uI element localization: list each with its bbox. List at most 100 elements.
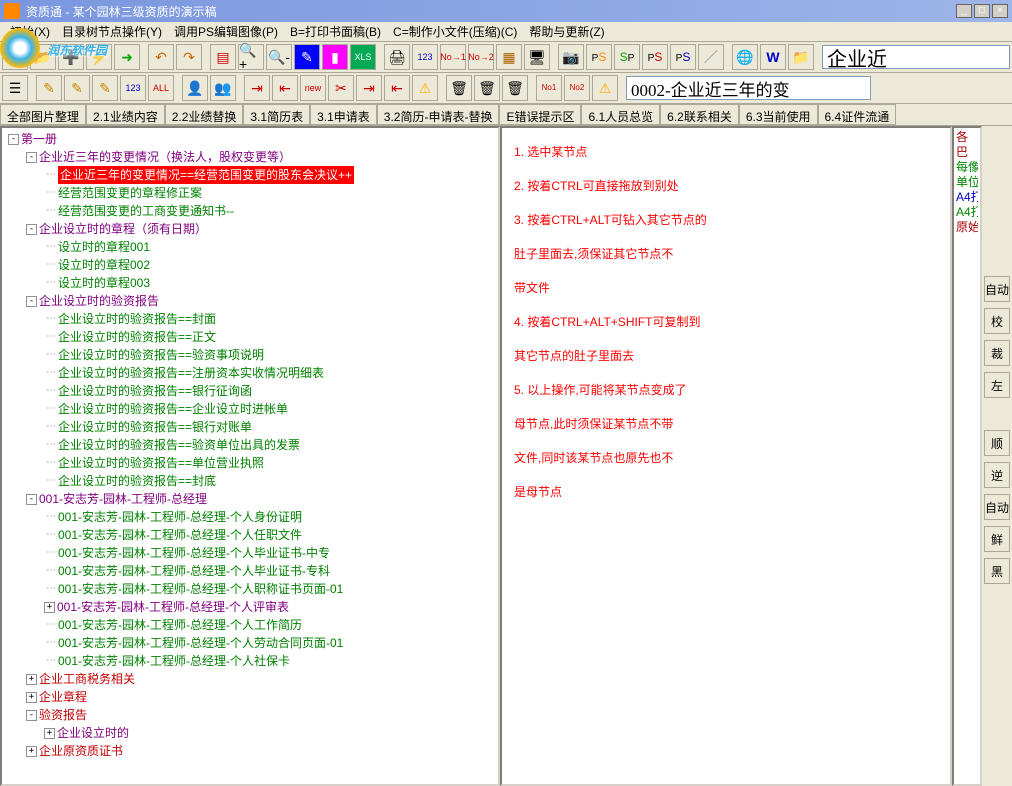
tree-node[interactable]: 企业设立时的验资报告==注册资本实收情况明细表 [58, 364, 324, 382]
tree-view[interactable]: -第一册 -企业近三年的变更情况（换法人，股权变更等） ⋯企业近三年的变更情况=… [0, 126, 500, 786]
tree-node[interactable]: 001-安志芳-园林-工程师-总经理-个人毕业证书-中专 [58, 544, 330, 562]
align-icon[interactable]: ▤ [210, 44, 236, 70]
btn-fresh[interactable]: 鲜 [984, 526, 1010, 552]
open-icon[interactable]: 📂 [30, 44, 56, 70]
ps4-icon[interactable]: PS [670, 44, 696, 70]
tool2-edit2-icon[interactable]: ✎ [64, 75, 90, 101]
tool2-warn1-icon[interactable]: ⚠ [412, 75, 438, 101]
tree-node[interactable]: 001-安志芳-园林-工程师-总经理-个人身份证明 [58, 508, 302, 526]
camera-icon[interactable]: 📷 [558, 44, 584, 70]
tool2-arr4-icon[interactable]: ⇤ [384, 75, 410, 101]
print-icon[interactable]: 🖨 [384, 44, 410, 70]
tab-errors[interactable]: E错误提示区 [499, 104, 581, 125]
undo-icon[interactable]: ↶ [148, 44, 174, 70]
no1-icon[interactable]: No→1 [440, 44, 466, 70]
expander-icon[interactable]: + [26, 674, 37, 685]
btn-auto2[interactable]: 自动 [984, 494, 1010, 520]
tree-node[interactable]: 001-安志芳-园林-工程师-总经理-个人职称证书页面-01 [58, 580, 343, 598]
menu-init[interactable]: 初始(X) [4, 21, 56, 42]
tree-node[interactable]: 企业设立时的验资报告==封面 [58, 310, 216, 328]
slash-icon[interactable]: ／ [698, 44, 724, 70]
tab-3-2[interactable]: 3.2简历-申请表-替换 [377, 104, 500, 125]
minimize-button[interactable]: _ [956, 4, 972, 18]
tab-2-2[interactable]: 2.2业绩替换 [165, 104, 244, 125]
tree-node[interactable]: 验资报告 [39, 706, 87, 724]
tree-node[interactable]: 企业设立时的 [57, 724, 129, 742]
menu-help[interactable]: 帮助与更新(Z) [523, 21, 610, 42]
tree-node[interactable]: 企业设立时的验资报告 [39, 292, 159, 310]
tree-node[interactable]: 001-安志芳-园林-工程师-总经理-个人工作简历 [58, 616, 302, 634]
tool2-cut-icon[interactable]: ✂ [328, 75, 354, 101]
tree-node-selected[interactable]: 企业近三年的变更情况==经营范围变更的股东会决议++ [58, 166, 354, 184]
tool2-123-icon[interactable]: 123 [120, 75, 146, 101]
tool2-del3-icon[interactable]: 🗑 [502, 75, 528, 101]
tab-all-images[interactable]: 全部图片整理 [0, 104, 86, 125]
tree-node[interactable]: 企业设立时的验资报告==正文 [58, 328, 216, 346]
btn-black[interactable]: 黑 [984, 558, 1010, 584]
expander-icon[interactable]: - [26, 296, 37, 307]
ps2-icon[interactable]: SP [614, 44, 640, 70]
tree-node[interactable]: 设立时的章程001 [58, 238, 150, 256]
stack-icon[interactable]: ▦ [496, 44, 522, 70]
ps3-icon[interactable]: PS [642, 44, 668, 70]
expander-icon[interactable]: - [26, 224, 37, 235]
tool2-arr1-icon[interactable]: ⇥ [244, 75, 270, 101]
tool2-del2-icon[interactable]: 🗑 [474, 75, 500, 101]
tree-node[interactable]: 001-安志芳-园林-工程师-总经理-个人毕业证书-专科 [58, 562, 330, 580]
tree-node[interactable]: 经营范围变更的章程修正案 [58, 184, 202, 202]
new-icon[interactable]: ✴ [2, 44, 28, 70]
menu-compress[interactable]: C=制作小文件(压缩)(C) [387, 21, 523, 42]
tool2-arr2-icon[interactable]: ⇤ [272, 75, 298, 101]
tree-node[interactable]: 企业设立时的验资报告==银行征询函 [58, 382, 252, 400]
tree-node[interactable]: 企业工商税务相关 [39, 670, 135, 688]
tree-node[interactable]: 企业设立时的验资报告==单位营业执照 [58, 454, 264, 472]
redo-icon[interactable]: ↷ [176, 44, 202, 70]
pen-icon[interactable]: ✎ [294, 44, 320, 70]
tree-node[interactable]: 001-安志芳-园林-工程师-总经理-个人劳动合同页面-01 [58, 634, 343, 652]
tab-2-1[interactable]: 2.1业绩内容 [86, 104, 165, 125]
tree-node[interactable]: 设立时的章程003 [58, 274, 150, 292]
add-icon[interactable]: ➕ [58, 44, 84, 70]
expander-icon[interactable]: - [26, 152, 37, 163]
tree-node[interactable]: 001-安志芳-园林-工程师-总经理-个人评审表 [57, 598, 289, 616]
tree-node[interactable]: 企业设立时的章程（须有日期） [39, 220, 207, 238]
expander-icon[interactable]: - [26, 710, 37, 721]
tree-node[interactable]: 企业设立时的验资报告==验资单位出具的发票 [58, 436, 300, 454]
tool2-edit1-icon[interactable]: ✎ [36, 75, 62, 101]
tree-node[interactable]: 001-安志芳-园林-工程师-总经理-个人社保卡 [58, 652, 290, 670]
btn-cw[interactable]: 顺 [984, 430, 1010, 456]
web-icon[interactable]: 🌐 [732, 44, 758, 70]
btn-auto1[interactable]: 自动 [984, 276, 1010, 302]
zoom-out-icon[interactable]: 🔍- [266, 44, 292, 70]
page123-icon[interactable]: 123 [412, 44, 438, 70]
tree-node[interactable]: 001-安志芳-园林-工程师-总经理-个人任职文件 [58, 526, 302, 544]
maximize-button[interactable]: □ [974, 4, 990, 18]
tool2-1-icon[interactable]: ☰ [2, 75, 28, 101]
xls-icon[interactable]: XLS [350, 44, 376, 70]
expander-icon[interactable]: - [8, 134, 19, 145]
tool2-user2-icon[interactable]: 👥 [210, 75, 236, 101]
ps1-icon[interactable]: PS [586, 44, 612, 70]
tool2-no1-icon[interactable]: No1 [536, 75, 562, 101]
tab-3-1b[interactable]: 3.1申请表 [310, 104, 377, 125]
close-button[interactable]: × [992, 4, 1008, 18]
tree-node[interactable]: 企业设立时的验资报告==验资事项说明 [58, 346, 264, 364]
tool2-warn2-icon[interactable]: ⚠ [592, 75, 618, 101]
tool2-arr3-icon[interactable]: ⇥ [356, 75, 382, 101]
tool2-no2-icon[interactable]: No2 [564, 75, 590, 101]
tree-node[interactable]: 经营范围变更的工商变更通知书-- [58, 202, 234, 220]
tool2-user1-icon[interactable]: 👤 [182, 75, 208, 101]
tree-node[interactable]: 企业设立时的验资报告==封底 [58, 472, 216, 490]
menu-tree-ops[interactable]: 目录树节点操作(Y) [56, 21, 168, 42]
menu-ps-edit[interactable]: 调用PS编辑图像(P) [168, 21, 284, 42]
expander-icon[interactable]: - [26, 494, 37, 505]
tab-6-4[interactable]: 6.4证件流通 [818, 104, 897, 125]
arrow-icon[interactable]: ➜ [114, 44, 140, 70]
menu-print[interactable]: B=打印书面稿(B) [284, 21, 387, 42]
highlight-icon[interactable]: ▮ [322, 44, 348, 70]
tree-node[interactable]: 设立时的章程002 [58, 256, 150, 274]
tree-node[interactable]: 第一册 [21, 130, 57, 148]
tab-6-2[interactable]: 6.2联系相关 [660, 104, 739, 125]
no2-icon[interactable]: No→2 [468, 44, 494, 70]
tab-6-1[interactable]: 6.1人员总览 [581, 104, 660, 125]
